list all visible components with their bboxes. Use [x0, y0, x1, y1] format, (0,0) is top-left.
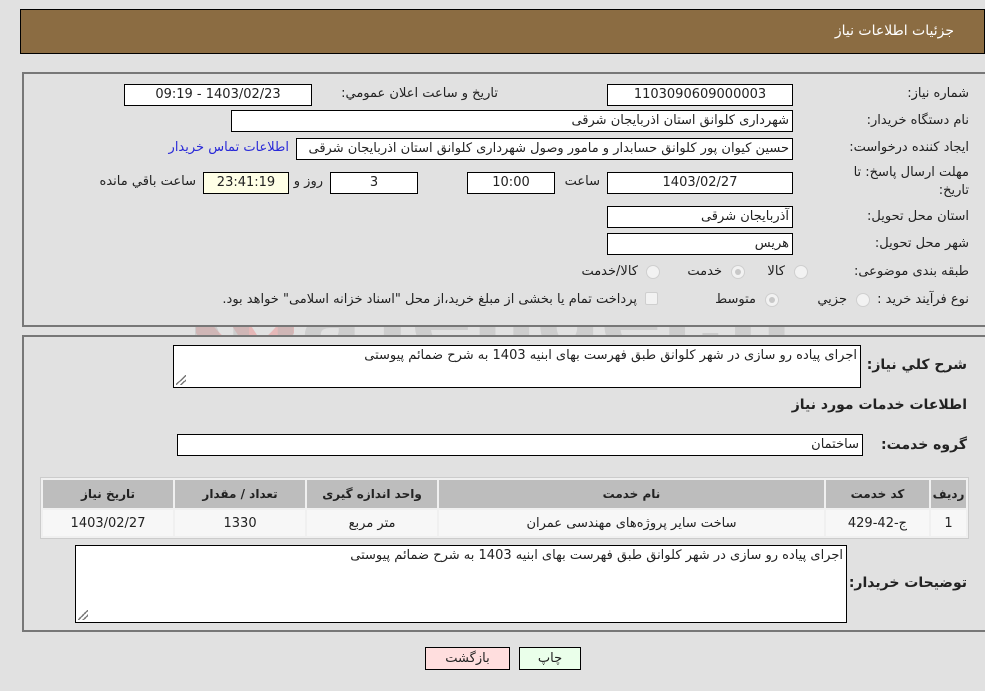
col-need-date: تاريخ نياز: [43, 480, 174, 508]
buyer-org-label: نام دستگاه خريدار:: [866, 113, 969, 128]
requester-field: حسین کیوان پور کلوانق حسابدار و مامور وص…: [296, 138, 793, 160]
deadline-date-field: 1403/02/27: [607, 172, 793, 194]
process-option-minor: جزيي: [817, 292, 847, 307]
col-service-code: کد خدمت: [825, 480, 930, 508]
summary-label: شرح کلي نياز:: [866, 357, 967, 373]
process-label: نوع فرآیند خرید :: [877, 292, 969, 307]
back-button[interactable]: بازگشت: [425, 647, 510, 670]
treasury-checkbox[interactable]: [645, 292, 658, 305]
category-option-goods: کالا: [767, 264, 785, 279]
deadline-label-date: تاريخ:: [938, 183, 969, 198]
need-details-panel: شرح کلي نياز: اجرای پیاده رو سازی در شهر…: [22, 335, 985, 632]
summary-textarea[interactable]: اجرای پیاده رو سازی در شهر کلوانق طبق فه…: [173, 345, 861, 388]
process-option-medium: متوسط: [715, 292, 756, 307]
requester-label: ایجاد کننده درخواست:: [849, 140, 969, 155]
buyer-notes-text: اجرای پیاده رو سازی در شهر کلوانق طبق فه…: [350, 548, 843, 563]
page-title: جزئیات اطلاعات نیاز: [834, 23, 954, 39]
cell-need-date: 1403/02/27: [43, 510, 174, 536]
cell-quantity: 1330: [175, 510, 306, 536]
service-group-field: ساختمان: [177, 434, 863, 456]
print-button[interactable]: چاپ: [519, 647, 581, 670]
days-field: 3: [330, 172, 418, 194]
deadline-time-label: ساعت: [564, 174, 600, 189]
category-option-goods-service: کالا/خدمت: [581, 264, 638, 279]
category-label: طبقه بندی موضوعی:: [853, 264, 969, 279]
resize-grip-icon[interactable]: [78, 610, 88, 620]
treasury-note: پرداخت تمام یا بخشی از مبلغ خرید،از محل …: [222, 292, 637, 307]
process-radio-minor[interactable]: [856, 293, 870, 307]
need-info-panel: شماره نیاز: 1103090609000003 تاریخ و ساع…: [22, 72, 985, 327]
remaining-label: ساعت باقي مانده: [99, 174, 196, 189]
remaining-time-field: 23:41:19: [203, 172, 289, 194]
need-number-label: شماره نیاز:: [907, 86, 969, 101]
cell-service-code: ج-42-429: [825, 510, 930, 536]
buyer-contact-link[interactable]: اطلاعات تماس خریدار: [169, 140, 289, 155]
resize-grip-icon[interactable]: [176, 375, 186, 385]
city-field: هريس: [607, 233, 793, 255]
category-option-service: خدمت: [687, 264, 722, 279]
process-radio-medium[interactable]: [765, 293, 779, 307]
page-header: جزئیات اطلاعات نیاز: [20, 9, 985, 54]
table-row: 1 ج-42-429 ساخت سایر پروژه‌های مهندسی عم…: [43, 510, 966, 536]
buyer-notes-label: توضیحات خریدار:: [848, 575, 967, 591]
col-row-number: رديف: [931, 480, 966, 508]
services-heading: اطلاعات خدمات مورد نياز: [791, 397, 967, 413]
province-label: استان محل تحویل:: [867, 209, 969, 224]
summary-text: اجرای پیاده رو سازی در شهر کلوانق طبق فه…: [364, 348, 857, 363]
buyer-notes-textarea[interactable]: اجرای پیاده رو سازی در شهر کلوانق طبق فه…: [75, 545, 847, 623]
announce-field: 1403/02/23 - 09:19: [124, 84, 312, 106]
deadline-time-field: 10:00: [467, 172, 555, 194]
buyer-org-field: شهرداری کلوانق استان اذربایجان شرقی: [231, 110, 793, 132]
cell-unit: متر مربع: [307, 510, 438, 536]
table-header-row: رديف کد خدمت نام خدمت واحد اندازه گيری ت…: [43, 480, 966, 508]
need-number-field: 1103090609000003: [607, 84, 793, 106]
category-radio-goods-service[interactable]: [646, 265, 660, 279]
services-table: رديف کد خدمت نام خدمت واحد اندازه گيری ت…: [40, 477, 969, 539]
col-service-name: نام خدمت: [439, 480, 824, 508]
days-label: روز و: [293, 174, 323, 189]
cell-service-name: ساخت سایر پروژه‌های مهندسی عمران: [439, 510, 824, 536]
province-field: آذربایجان شرقی: [607, 206, 793, 228]
category-radio-goods[interactable]: [794, 265, 808, 279]
service-group-label: گروه خدمت:: [881, 437, 967, 453]
deadline-label: مهلت ارسال پاسخ: تا: [853, 165, 969, 180]
col-unit: واحد اندازه گيری: [307, 480, 438, 508]
announce-label: تاریخ و ساعت اعلان عمومي:: [341, 86, 498, 101]
category-radio-service[interactable]: [731, 265, 745, 279]
city-label: شهر محل تحویل:: [874, 236, 969, 251]
cell-row-number: 1: [931, 510, 966, 536]
col-quantity: تعداد / مقدار: [175, 480, 306, 508]
